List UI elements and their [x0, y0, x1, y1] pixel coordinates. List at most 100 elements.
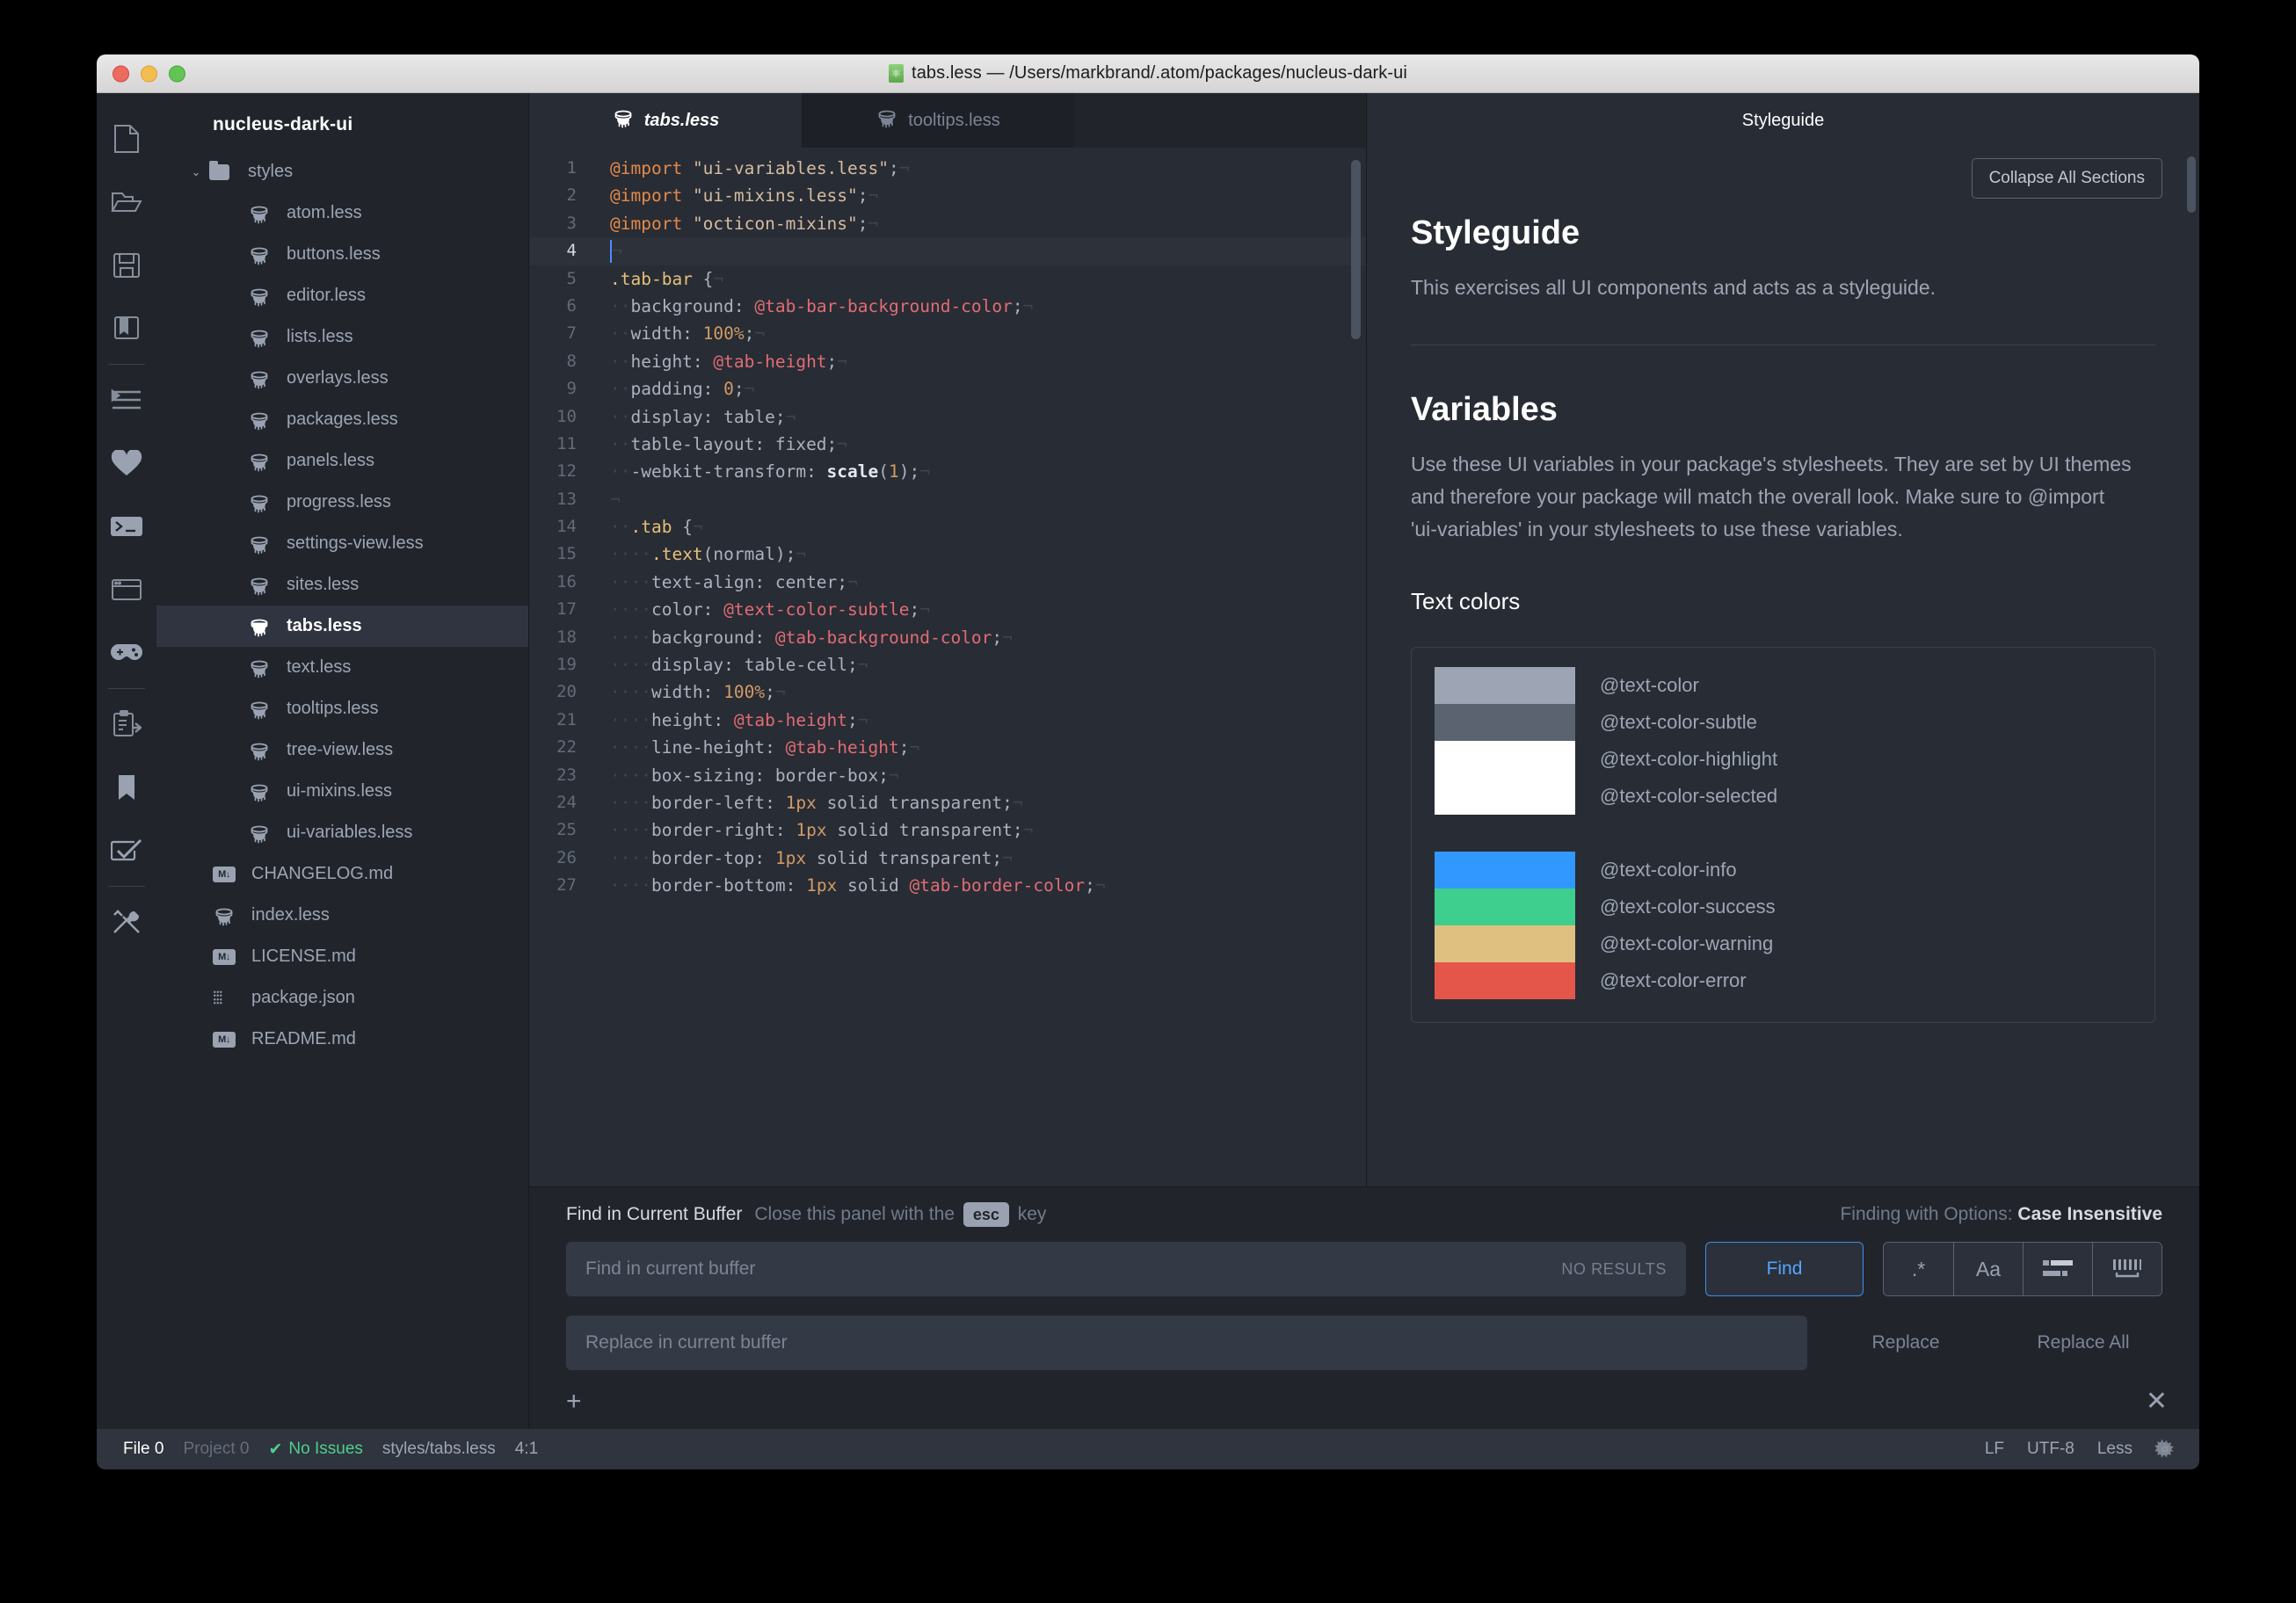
case-sensitive-option-button[interactable]: Aa: [1953, 1243, 2023, 1295]
code-line[interactable]: 4 ¬: [529, 237, 1366, 265]
tree-item-atom-less[interactable]: atom.less: [156, 192, 528, 234]
code-line[interactable]: 23 ····box-sizing: border-box;¬: [529, 762, 1366, 789]
new-file-icon[interactable]: [97, 107, 156, 170]
close-window-button[interactable]: [113, 65, 129, 82]
code-line[interactable]: 27 ····border-bottom: 1px solid @tab-bord…: [529, 872, 1366, 899]
editor-tab-tabs-less[interactable]: tabs.less: [529, 93, 802, 148]
tree-item-ui-variables-less[interactable]: ui-variables.less: [156, 812, 528, 853]
status-file-path[interactable]: styles/tabs.less: [382, 1440, 496, 1459]
tree-item-index-less[interactable]: index.less: [156, 895, 528, 936]
chevron-down-icon[interactable]: ⌄: [183, 165, 209, 179]
find-button[interactable]: Find: [1705, 1242, 1864, 1296]
code-line[interactable]: 15 ····.text(normal);¬: [529, 540, 1366, 568]
status-line-ending[interactable]: LF: [1985, 1440, 2004, 1459]
less-file-icon: [251, 330, 268, 347]
code-line[interactable]: 11 ··table-layout: fixed;¬: [529, 431, 1366, 458]
code-line[interactable]: 9 ··padding: 0;¬: [529, 375, 1366, 403]
status-cursor-position[interactable]: 4:1: [515, 1440, 538, 1459]
tree-item-tree-view-less[interactable]: tree-view.less: [156, 729, 528, 771]
tree-item-sites-less[interactable]: sites.less: [156, 564, 528, 606]
tools-icon[interactable]: [97, 890, 156, 954]
game-controller-icon[interactable]: [97, 621, 156, 685]
find-input[interactable]: Find in current buffer NO RESULTS: [566, 1242, 1686, 1296]
regex-option-button[interactable]: .*: [1884, 1243, 1953, 1295]
code-line[interactable]: 20 ····width: 100%;¬: [529, 678, 1366, 706]
code-line[interactable]: 12 ··-webkit-transform: scale(1);¬: [529, 458, 1366, 485]
open-folder-icon[interactable]: [97, 170, 156, 234]
replace-button[interactable]: Replace: [1827, 1332, 1985, 1353]
tree-item-tabs-less[interactable]: tabs.less: [156, 606, 528, 647]
tree-item-tooltips-less[interactable]: tooltips.less: [156, 688, 528, 729]
window-icon[interactable]: [97, 558, 156, 621]
heart-icon[interactable]: [97, 432, 156, 495]
find-hint-before: Close this panel with the: [754, 1204, 955, 1224]
code-line[interactable]: 6 ··background: @tab-bar-background-color…: [529, 293, 1366, 320]
book-icon[interactable]: [97, 297, 156, 360]
bookmark-icon[interactable]: [97, 756, 156, 819]
indent-icon[interactable]: [97, 368, 156, 432]
tree-item-panels-less[interactable]: panels.less: [156, 440, 528, 482]
close-icon[interactable]: ✕: [2146, 1389, 2168, 1415]
tree-item-buttons-less[interactable]: buttons.less: [156, 234, 528, 275]
code-line[interactable]: 24 ····border-left: 1px solid transparent…: [529, 789, 1366, 816]
tree-item-overlays-less[interactable]: overlays.less: [156, 358, 528, 399]
code-line[interactable]: 10 ··display: table;¬: [529, 403, 1366, 431]
editor-vertical-scrollbar[interactable]: [1351, 160, 1361, 339]
status-issues[interactable]: ✔ No Issues: [268, 1440, 362, 1460]
code-line[interactable]: 14 ··.tab {¬: [529, 513, 1366, 540]
code-line[interactable]: 18 ····background: @tab-background-color;…: [529, 624, 1366, 651]
line-number: 24: [556, 792, 577, 812]
code-line[interactable]: 5 .tab-bar {¬: [529, 265, 1366, 293]
selection-only-option-button[interactable]: [2023, 1243, 2092, 1295]
code-line[interactable]: 21 ····height: @tab-height;¬: [529, 707, 1366, 734]
code-line[interactable]: 26 ····border-top: 1px solid transparent;…: [529, 845, 1366, 872]
tree-item-packages-less[interactable]: packages.less: [156, 399, 528, 440]
clipboard-import-icon[interactable]: [97, 693, 156, 756]
code-line[interactable]: 22 ····line-height: @tab-height;¬: [529, 734, 1366, 761]
code-line[interactable]: 17 ····color: @text-color-subtle;¬: [529, 596, 1366, 623]
rail-divider-1: [108, 364, 145, 365]
project-root-label[interactable]: nucleus-dark-ui: [156, 114, 528, 151]
status-project-count[interactable]: Project 0: [183, 1440, 249, 1459]
status-encoding[interactable]: UTF-8: [2027, 1440, 2074, 1459]
tree-view[interactable]: nucleus-dark-ui ⌄ styles atom.less button…: [156, 93, 529, 1469]
tree-item-package-json[interactable]: ⦙⦙⦙ package.json: [156, 977, 528, 1019]
code-line[interactable]: 19 ····display: table-cell;¬: [529, 651, 1366, 678]
replace-all-button[interactable]: Replace All: [2004, 1332, 2162, 1353]
status-file-count[interactable]: File 0: [123, 1440, 163, 1459]
maximize-window-button[interactable]: [169, 65, 185, 82]
tree-item-CHANGELOG-md[interactable]: M↓ CHANGELOG.md: [156, 853, 528, 895]
add-pane-button[interactable]: +: [566, 1389, 582, 1415]
code-line[interactable]: 2 @import "ui-mixins.less";¬: [529, 182, 1366, 209]
save-icon[interactable]: [97, 234, 156, 297]
tree-item-editor-less[interactable]: editor.less: [156, 275, 528, 316]
collapse-all-sections-button[interactable]: Collapse All Sections: [1971, 158, 2162, 199]
code-line[interactable]: 16 ····text-align: center;¬: [529, 569, 1366, 596]
code-line[interactable]: 8 ··height: @tab-height;¬: [529, 348, 1366, 375]
less-file-icon: [614, 110, 632, 128]
tree-item-LICENSE-md[interactable]: M↓ LICENSE.md: [156, 936, 528, 977]
code-line[interactable]: 1 @import "ui-variables.less";¬: [529, 155, 1366, 182]
tree-item-lists-less[interactable]: lists.less: [156, 316, 528, 358]
styleguide-tab[interactable]: Styleguide: [1367, 93, 2199, 148]
code-line[interactable]: 13 ¬: [529, 486, 1366, 513]
minimize-window-button[interactable]: [141, 65, 157, 82]
tree-folder-styles[interactable]: ⌄ styles: [156, 151, 528, 192]
code-line[interactable]: 7 ··width: 100%;¬: [529, 320, 1366, 347]
terminal-icon[interactable]: [97, 495, 156, 558]
editor-tab-label: tooltips.less: [908, 110, 1000, 130]
tree-item-text-less[interactable]: text.less: [156, 647, 528, 688]
whole-word-option-button[interactable]: [2092, 1243, 2162, 1295]
editor-tab-tooltips-less[interactable]: tooltips.less: [802, 93, 1074, 148]
tree-item-settings-view-less[interactable]: settings-view.less: [156, 523, 528, 564]
code-line[interactable]: 3 @import "octicon-mixins";¬: [529, 210, 1366, 237]
checkbox-icon[interactable]: [97, 819, 156, 882]
replace-input[interactable]: Replace in current buffer: [566, 1316, 1807, 1370]
gear-icon[interactable]: [2154, 1440, 2175, 1459]
tree-item-ui-mixins-less[interactable]: ui-mixins.less: [156, 771, 528, 812]
status-grammar[interactable]: Less: [2097, 1440, 2133, 1459]
tree-item-README-md[interactable]: M↓ README.md: [156, 1019, 528, 1060]
code-line[interactable]: 25 ····border-right: 1px solid transparen…: [529, 816, 1366, 844]
tree-item-progress-less[interactable]: progress.less: [156, 482, 528, 523]
styleguide-vertical-scrollbar[interactable]: [2187, 156, 2196, 213]
